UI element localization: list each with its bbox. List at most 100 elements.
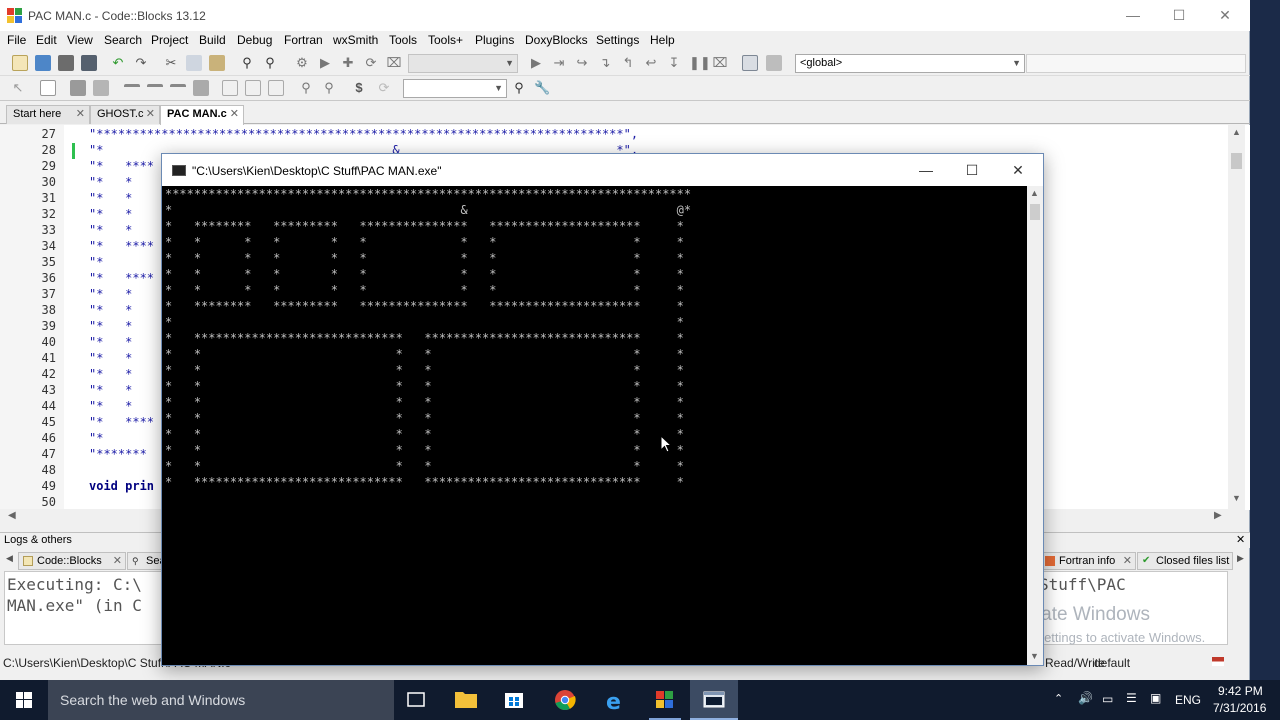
console-title-bar[interactable]: "C:\Users\Kien\Desktop\C Stuff\PAC MAN.e… <box>162 154 1043 186</box>
debug-windows-icon[interactable] <box>742 55 758 71</box>
console-scroll-up-icon[interactable]: ▲ <box>1030 188 1039 198</box>
menu-search[interactable]: Search <box>104 33 142 47</box>
frame-icon-2[interactable] <box>245 80 261 96</box>
log-tab-closed-files[interactable]: ✔ Closed files list <box>1137 552 1233 570</box>
taskbar-file-explorer[interactable] <box>442 680 490 720</box>
menu-debug[interactable]: Debug <box>237 33 272 47</box>
menu-wxsmith[interactable]: wxSmith <box>333 33 378 47</box>
build-target-combo[interactable]: ▼ <box>408 54 518 73</box>
rectangle-tool-icon[interactable] <box>40 80 56 96</box>
cut-icon[interactable]: ✂ <box>163 55 179 71</box>
select-pointer-icon[interactable]: ↖ <box>10 80 26 96</box>
step-out-icon[interactable]: ↰ <box>620 55 636 71</box>
scope-combo[interactable]: <global> ▼ <box>795 54 1025 73</box>
rebuild-icon[interactable]: ⟳ <box>363 55 379 71</box>
menu-fortran[interactable]: Fortran <box>284 33 323 47</box>
log-tab-fortran-info[interactable]: Fortran info ✕ <box>1040 552 1136 570</box>
console-scroll-thumb[interactable] <box>1030 204 1040 220</box>
build-gear-icon[interactable]: ⚙ <box>294 55 310 71</box>
step-into-icon[interactable]: ↴ <box>597 55 613 71</box>
log-tab-codeblocks[interactable]: Code::Blocks ✕ <box>18 552 126 570</box>
logs-tabs-left-icon[interactable]: ◀ <box>6 553 13 564</box>
logs-tabs-right-icon[interactable]: ▶ <box>1237 553 1244 564</box>
console-output[interactable]: ****************************************… <box>162 186 1027 665</box>
tab-ghost-c[interactable]: GHOST.c ✕ <box>90 105 160 124</box>
tab-pac-man-c[interactable]: PAC MAN.c ✕ <box>160 105 244 125</box>
search-go-icon[interactable]: ⚲ <box>511 80 527 96</box>
copy-icon[interactable] <box>186 55 202 71</box>
taskbar-search-box[interactable]: Search the web and Windows <box>48 680 394 720</box>
menu-tools-plus[interactable]: Tools+ <box>428 33 463 47</box>
console-maximize-button[interactable]: ☐ <box>949 154 995 186</box>
redo-icon[interactable]: ↷ <box>133 55 149 71</box>
run-icon[interactable]: ▶ <box>317 55 333 71</box>
taskbar-edge[interactable]: e <box>591 680 639 720</box>
pause-icon[interactable]: ❚❚ <box>689 55 711 71</box>
log-tab-close-icon[interactable]: ✕ <box>1123 553 1132 569</box>
menu-view[interactable]: View <box>67 33 93 47</box>
language-indicator[interactable]: ENG <box>1175 693 1201 707</box>
tray-chevron-up-icon[interactable]: ⌃ <box>1054 692 1063 705</box>
menu-edit[interactable]: Edit <box>36 33 57 47</box>
build-run-icon[interactable]: ✚ <box>340 55 356 71</box>
align-icon-4[interactable] <box>193 80 209 96</box>
menu-plugins[interactable]: Plugins <box>475 33 514 47</box>
zoom-out-icon[interactable]: ⚲ <box>321 80 337 96</box>
debug-run-icon[interactable]: ▶ <box>528 55 544 71</box>
menu-file[interactable]: File <box>7 33 26 47</box>
tab-close-icon[interactable]: ✕ <box>76 106 85 123</box>
menu-help[interactable]: Help <box>650 33 675 47</box>
clock-date[interactable]: 7/31/2016 <box>1213 701 1266 715</box>
frame-icon-1[interactable] <box>222 80 238 96</box>
task-view-button[interactable] <box>392 680 440 720</box>
close-button[interactable]: ✕ <box>1202 0 1248 31</box>
menu-settings[interactable]: Settings <box>596 33 639 47</box>
scroll-right-icon[interactable]: ▶ <box>1214 510 1222 521</box>
taskbar-codeblocks[interactable] <box>641 680 689 720</box>
log-tab-close-icon[interactable]: ✕ <box>113 553 122 569</box>
tab-start-here[interactable]: Start here ✕ <box>6 105 90 124</box>
refresh-icon[interactable]: ⟳ <box>376 80 392 96</box>
search-combo[interactable]: ▼ <box>403 79 507 98</box>
zoom-in-icon[interactable]: ⚲ <box>298 80 314 96</box>
clock-time[interactable]: 9:42 PM <box>1218 684 1263 698</box>
volume-icon[interactable]: 🔊 <box>1078 691 1093 705</box>
align-icon-3[interactable] <box>170 84 186 94</box>
wifi-icon[interactable]: ☰ <box>1126 691 1137 705</box>
scroll-thumb[interactable] <box>1231 153 1242 169</box>
next-instruction-icon[interactable]: ↩ <box>643 55 659 71</box>
start-button[interactable] <box>0 680 48 720</box>
logs-close-icon[interactable]: ✕ <box>1236 533 1245 548</box>
taskbar-chrome[interactable] <box>541 680 589 720</box>
run-to-cursor-icon[interactable]: ⇥ <box>551 55 567 71</box>
various-info-icon[interactable] <box>766 55 782 71</box>
frame-icon-3[interactable] <box>268 80 284 96</box>
menu-tools[interactable]: Tools <box>389 33 417 47</box>
console-scrollbar[interactable]: ▲ ▼ <box>1027 186 1043 665</box>
next-line-icon[interactable]: ↪ <box>574 55 590 71</box>
stop-debug-icon[interactable]: ⌧ <box>712 55 728 71</box>
wrench-icon[interactable]: 🔧 <box>534 80 550 96</box>
menu-doxyblocks[interactable]: DoxyBlocks <box>525 33 588 47</box>
maximize-button[interactable]: ☐ <box>1156 0 1202 31</box>
format-icon-2[interactable] <box>93 80 109 96</box>
console-scroll-down-icon[interactable]: ▼ <box>1030 651 1039 661</box>
scroll-down-icon[interactable]: ▼ <box>1232 493 1241 503</box>
tab-close-icon[interactable]: ✕ <box>230 106 239 123</box>
menu-build[interactable]: Build <box>199 33 226 47</box>
dollar-icon[interactable]: $ <box>351 80 367 96</box>
minimize-button[interactable]: — <box>1110 0 1156 31</box>
paste-icon[interactable] <box>209 55 225 71</box>
find-icon[interactable]: ⚲ <box>239 55 255 71</box>
console-close-button[interactable]: ✕ <box>995 154 1041 186</box>
new-file-icon[interactable] <box>12 55 28 71</box>
scroll-up-icon[interactable]: ▲ <box>1232 127 1241 137</box>
notification-icon[interactable]: ▣ <box>1150 691 1161 705</box>
open-file-icon[interactable] <box>35 55 51 71</box>
undo-icon[interactable]: ↶ <box>110 55 126 71</box>
replace-icon[interactable]: ⚲ <box>262 55 278 71</box>
align-icon-2[interactable] <box>147 84 163 94</box>
menu-project[interactable]: Project <box>151 33 188 47</box>
symbol-combo[interactable] <box>1026 54 1246 73</box>
scroll-left-icon[interactable]: ◀ <box>8 510 16 521</box>
